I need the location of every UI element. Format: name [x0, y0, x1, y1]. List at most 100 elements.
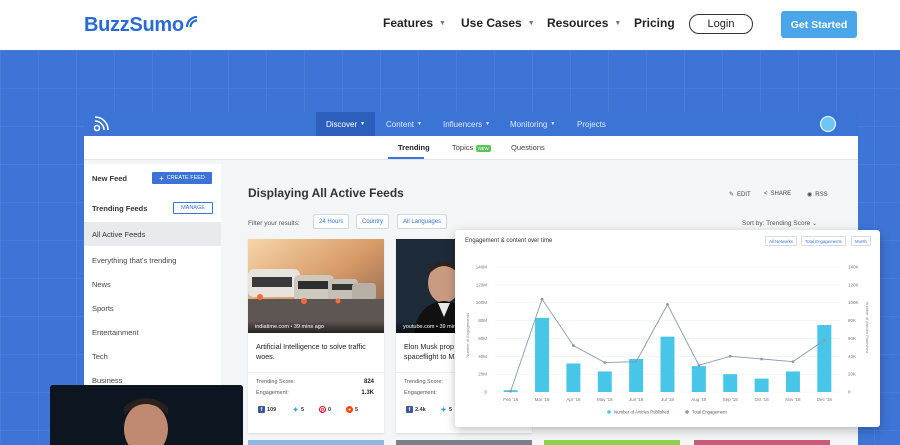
- line-point: [509, 389, 513, 393]
- trending-feeds-label: Trending Feeds: [92, 204, 148, 213]
- x-tick-label: Jul '18: [661, 397, 674, 402]
- app-nav-monitoring[interactable]: Monitoring ▼: [510, 112, 555, 136]
- x-tick-label: Sep '18: [723, 397, 739, 402]
- bar: [597, 371, 612, 392]
- filter-country[interactable]: Country: [356, 214, 390, 229]
- line-point: [572, 344, 575, 347]
- article-card-partial[interactable]: [248, 440, 384, 445]
- line-point: [728, 354, 732, 358]
- legend-label-articles: Number of Articles Published: [614, 410, 670, 415]
- get-started-button[interactable]: Get Started: [781, 11, 857, 38]
- bar: [754, 378, 769, 392]
- sidebar-item-tech[interactable]: Tech: [84, 344, 221, 368]
- line-point: [634, 360, 638, 364]
- filter-24-hours[interactable]: 24 Hours: [313, 214, 350, 229]
- buzzsumo-logo[interactable]: BuzzSumo: [84, 12, 201, 38]
- discover-subtabs: Trending Topics NEW Questions: [84, 136, 858, 160]
- line-point: [603, 361, 607, 364]
- divider: [248, 372, 384, 373]
- filter-all-languages[interactable]: All Languages: [397, 214, 448, 229]
- sidebar-item-all-active-feeds[interactable]: All Active Feeds: [84, 222, 221, 246]
- buzzsumo-app-logo-icon[interactable]: [92, 115, 110, 133]
- chevron-down-icon: ▼: [527, 19, 535, 27]
- twitter-count: ✦ 5: [292, 406, 305, 414]
- tab-trending[interactable]: Trending: [398, 143, 430, 152]
- x-tick-label: Jun '18: [629, 397, 644, 402]
- line-point: [697, 363, 701, 367]
- y-right-tick-label: 60K: [848, 336, 856, 341]
- x-tick-label: Feb '18: [503, 397, 518, 402]
- line-point: [791, 360, 795, 364]
- app-nav-influencers[interactable]: Influencers ▼: [443, 112, 490, 136]
- bar: [817, 325, 832, 392]
- trending-score-value: 824: [363, 379, 374, 385]
- x-tick-label: Apr '18: [566, 397, 581, 402]
- nav-use-cases[interactable]: Use Cases ▼: [461, 16, 535, 30]
- page-title: Displaying All Active Feeds: [248, 186, 404, 200]
- article-card-partial[interactable]: [396, 440, 532, 445]
- bar: [629, 358, 644, 392]
- line-point: [540, 297, 544, 301]
- pencil-icon: ✎: [729, 192, 735, 198]
- plus-icon: +: [159, 173, 164, 183]
- create-feed-button[interactable]: + CREATE FEED: [152, 172, 212, 184]
- sidebar-item-everything-trending[interactable]: Everything that's trending: [84, 248, 221, 272]
- engagement-label: Engagement:: [404, 390, 437, 396]
- y-left-tick-label: 0: [484, 390, 487, 395]
- app-nav-discover[interactable]: Discover ▼: [316, 112, 376, 136]
- video-thumbnail[interactable]: [50, 385, 243, 445]
- pinterest-icon: p: [319, 406, 326, 413]
- article-card[interactable]: indiatime.com • 39 mins ago Artificial I…: [248, 239, 384, 433]
- facebook-count: f 109: [258, 406, 276, 413]
- y-left-tick-label: 100M: [476, 300, 488, 305]
- nav-pricing[interactable]: Pricing: [634, 16, 675, 30]
- x-tick-label: Dec '18: [817, 397, 833, 402]
- chevron-down-icon: ▼: [360, 121, 366, 127]
- manage-button[interactable]: MANAGE: [173, 202, 213, 214]
- y-left-tick-label: 80M: [478, 318, 487, 323]
- engagement-value: 1.3K: [361, 390, 374, 396]
- tab-topics[interactable]: Topics NEW: [452, 143, 491, 152]
- x-tick-label: Aug '18: [691, 397, 707, 402]
- share-icon: <: [764, 191, 768, 197]
- signal-icon: [185, 15, 197, 28]
- article-card-partial[interactable]: [694, 440, 830, 445]
- share-button[interactable]: < SHARE: [764, 191, 791, 197]
- sidebar-item-news[interactable]: News: [84, 272, 221, 296]
- nav-features[interactable]: Features ▼: [383, 16, 446, 30]
- trending-score-label: Trending Score:: [256, 379, 295, 385]
- y-left-tick-label: 140M: [476, 265, 488, 270]
- nav-resources[interactable]: Resources ▼: [547, 16, 621, 30]
- rss-button[interactable]: ◉ RSS: [807, 191, 828, 199]
- twitter-icon: ✦: [292, 406, 299, 414]
- login-button[interactable]: Login: [689, 14, 753, 34]
- user-avatar-icon[interactable]: [820, 116, 836, 132]
- y-right-tick-label: 0: [848, 390, 851, 395]
- active-tab-indicator: [388, 157, 424, 159]
- sort-dropdown[interactable]: Sort by: Trending Score ⌄: [742, 220, 817, 227]
- legend-label-engagement: Total Engagement: [692, 410, 727, 415]
- facebook-icon: f: [406, 406, 413, 413]
- y-right-tick-label: 80K: [848, 318, 856, 323]
- reddit-count: ● 5: [346, 406, 359, 413]
- engagement-chart-panel: Engagement & content over time All Netwo…: [455, 230, 880, 427]
- app-nav-content[interactable]: Content ▼: [386, 112, 422, 136]
- bar: [691, 366, 706, 392]
- twitter-icon: ✦: [440, 406, 447, 414]
- rss-icon: ◉: [807, 192, 813, 198]
- reddit-icon: ●: [346, 406, 353, 413]
- legend-swatch-articles: [607, 410, 611, 414]
- app-nav-projects[interactable]: Projects: [577, 112, 606, 136]
- chevron-down-icon: ▼: [417, 121, 422, 127]
- article-title[interactable]: Artificial Intelligence to solve traffic…: [256, 342, 378, 363]
- tab-questions[interactable]: Questions: [511, 143, 545, 152]
- y-right-tick-label: 20K: [848, 372, 856, 377]
- sidebar-item-entertainment[interactable]: Entertainment: [84, 320, 221, 344]
- sidebar-item-sports[interactable]: Sports: [84, 296, 221, 320]
- trending-score-label: Trending Score:: [404, 379, 443, 385]
- article-image-traffic: indiatime.com • 39 mins ago: [248, 239, 384, 333]
- edit-button[interactable]: ✎ EDIT: [729, 191, 751, 199]
- article-card-partial[interactable]: [544, 440, 680, 445]
- chevron-down-icon: ▼: [614, 19, 622, 27]
- engagement-chart: 0 0 20M 20K 40M 40K 60M 60K 80M 80K 100M 100K 120M 12…: [465, 265, 870, 415]
